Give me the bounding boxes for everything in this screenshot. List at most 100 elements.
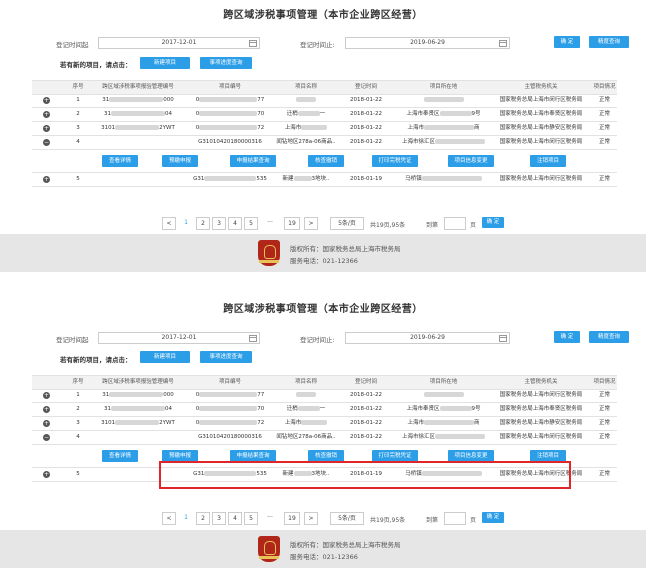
- expand-icon[interactable]: +: [43, 406, 50, 413]
- expand-icon[interactable]: +: [43, 97, 50, 104]
- location-prefix: 上海市奉贤区: [406, 111, 440, 117]
- page-4[interactable]: 4: [228, 217, 242, 230]
- location-prefix: 上海市: [407, 420, 424, 426]
- start-date-value: 2017-12-01: [161, 39, 197, 46]
- row-seq: 3: [76, 125, 80, 131]
- page-5[interactable]: 5: [244, 512, 258, 525]
- row-authority: 国家税务总局上海市奉贤区税务局: [499, 111, 583, 117]
- cancel-project-button[interactable]: 注销项目: [530, 155, 566, 167]
- declare-result-button[interactable]: 申报结果查询: [230, 155, 276, 167]
- table-row[interactable]: − 4 G31010420180000316 闻钻地区278a-06商品.. 2…: [32, 136, 617, 150]
- end-date-label: 登记时间止:: [300, 336, 335, 344]
- page-3[interactable]: 3: [212, 217, 226, 230]
- start-date-input[interactable]: 2017-12-01: [98, 37, 260, 49]
- expand-icon[interactable]: +: [43, 420, 50, 427]
- table-row[interactable]: + 3 3101 2YWT 0 72 上海市 2018-01-22 上海市 商 国家税…: [32, 122, 617, 136]
- goto-page-input[interactable]: [444, 512, 466, 525]
- row-code: 31 04: [92, 108, 184, 121]
- page-3[interactable]: 3: [212, 512, 226, 525]
- expand-icon[interactable]: +: [43, 176, 50, 183]
- start-date-input[interactable]: 2017-12-01: [98, 332, 260, 344]
- calendar-icon[interactable]: [249, 335, 257, 342]
- print-certificate-button[interactable]: 打印完税凭证: [372, 155, 418, 167]
- redacted-text: [109, 392, 164, 397]
- row-seq: 1: [76, 392, 80, 398]
- name-suffix: 一: [319, 406, 326, 412]
- page-2[interactable]: 2: [196, 217, 210, 230]
- page-4[interactable]: 4: [228, 512, 242, 525]
- expand-icon[interactable]: +: [43, 471, 50, 478]
- col-reg-time: 登记时间: [354, 379, 377, 385]
- confirm-button[interactable]: 确 定: [554, 36, 580, 48]
- row-location: [396, 94, 491, 107]
- expand-icon[interactable]: +: [43, 392, 50, 399]
- expand-icon[interactable]: +: [43, 111, 50, 118]
- code-prefix: 31: [104, 406, 111, 412]
- calendar-icon[interactable]: [499, 40, 507, 47]
- progress-query-button[interactable]: 事项进度查询: [200, 351, 252, 363]
- prev-page-button[interactable]: <: [162, 512, 176, 525]
- advanced-search-button[interactable]: 精度查询: [589, 36, 629, 48]
- row-project-no: G31010420180000316: [184, 136, 276, 149]
- goto-page-input[interactable]: [444, 217, 466, 230]
- table-row[interactable]: − 4 G31010420180000316 闻钻地区278a-06商品.. 2…: [32, 431, 617, 445]
- expand-icon[interactable]: +: [43, 125, 50, 132]
- page-5[interactable]: 5: [244, 217, 258, 230]
- row-status: 正常: [598, 471, 610, 477]
- change-info-button[interactable]: 项目信息变更: [448, 155, 494, 167]
- table-row[interactable]: + 1 31 000 0 77 2018-01-22 国家税务总局上海市闵行区税务局…: [32, 94, 617, 108]
- name-prefix: 新建: [282, 176, 294, 182]
- next-page-button[interactable]: >: [304, 217, 318, 230]
- row-actions: 查看详情 预缴申报 申报结果查询 核查撤销 打印完税凭证 项目信息变更 注销项目: [32, 150, 617, 173]
- code-suffix: 04: [165, 406, 172, 412]
- view-details-button[interactable]: 查看详情: [102, 450, 138, 462]
- page-1[interactable]: 1: [180, 512, 192, 523]
- goto-confirm-button[interactable]: 确 定: [482, 217, 504, 228]
- end-date-label: 登记时间止:: [300, 41, 335, 49]
- redacted-text: [301, 420, 328, 425]
- page-size-select[interactable]: 5条/页: [330, 217, 364, 230]
- project-prefix: G3101042018000031: [198, 139, 259, 145]
- page-1[interactable]: 1: [180, 217, 192, 228]
- view-details-button[interactable]: 查看详情: [102, 155, 138, 167]
- table-row[interactable]: + 2 31 04 0 70 迁梢 一 2018-01-22 上海市奉贤区 9号 国家税…: [32, 403, 617, 417]
- progress-query-button[interactable]: 事项进度查询: [200, 57, 252, 69]
- create-project-button[interactable]: 新建项目: [140, 351, 190, 363]
- end-date-input[interactable]: 2019-06-29: [345, 332, 510, 344]
- next-page-button[interactable]: >: [304, 512, 318, 525]
- page-2[interactable]: 2: [196, 512, 210, 525]
- verify-revoke-button[interactable]: 核查撤销: [308, 155, 344, 167]
- goto-confirm-button[interactable]: 确 定: [482, 512, 504, 523]
- location-prefix: 上海市: [407, 125, 424, 131]
- row-location: 上海市 商: [396, 417, 491, 430]
- prepay-declare-button[interactable]: 预缴申报: [162, 155, 198, 167]
- redacted-text: [199, 125, 258, 130]
- create-project-button[interactable]: 新建项目: [140, 57, 190, 69]
- page-19[interactable]: 19: [284, 217, 300, 230]
- page-19[interactable]: 19: [284, 512, 300, 525]
- row-location: 上海市奉贤区 9号: [396, 403, 491, 416]
- col-code: 跨区域涉税事项报验管理编号: [102, 379, 174, 385]
- table-row[interactable]: + 3 3101 2YWT 0 72 上海市 2018-01-22 上海市 商 国家税…: [32, 417, 617, 431]
- redacted-text: [115, 125, 160, 130]
- code-suffix: 000: [163, 97, 174, 103]
- end-date-input[interactable]: 2019-06-29: [345, 37, 510, 49]
- advanced-search-button[interactable]: 精度查询: [589, 331, 629, 343]
- table-row[interactable]: + 5 G31 535 新建 3地块.. 2018-01-19 马桥镇 国家税务总局…: [32, 173, 617, 187]
- row-status: 正常: [598, 392, 610, 398]
- code-suffix: 04: [165, 111, 172, 117]
- col-project-no: 项目编号: [218, 379, 241, 385]
- prev-page-button[interactable]: <: [162, 217, 176, 230]
- start-date-value: 2017-12-01: [161, 334, 197, 341]
- confirm-button[interactable]: 确 定: [554, 331, 580, 343]
- screenshot-top: 跨区域涉税事项管理（本市企业跨区经营） 登记时间起 2017-12-01 登记时…: [0, 0, 646, 284]
- collapse-icon[interactable]: −: [43, 434, 50, 441]
- name-suffix: 3地块..: [311, 176, 330, 182]
- table-header: 序号 跨区域涉税事项报验管理编号 项目编号 项目名称 登记时间 项目所在地 主管…: [32, 80, 617, 95]
- collapse-icon[interactable]: −: [43, 139, 50, 146]
- calendar-icon[interactable]: [249, 40, 257, 47]
- table-row[interactable]: + 1 31 000 0 77 2018-01-22 国家税务总局上海市闵行区税务局…: [32, 389, 617, 403]
- calendar-icon[interactable]: [499, 335, 507, 342]
- page-size-select[interactable]: 5条/页: [330, 512, 364, 525]
- table-row[interactable]: + 2 31 04 0 70 迁梢 一 2018-01-22 上海市奉贤区 9号 国家税…: [32, 108, 617, 122]
